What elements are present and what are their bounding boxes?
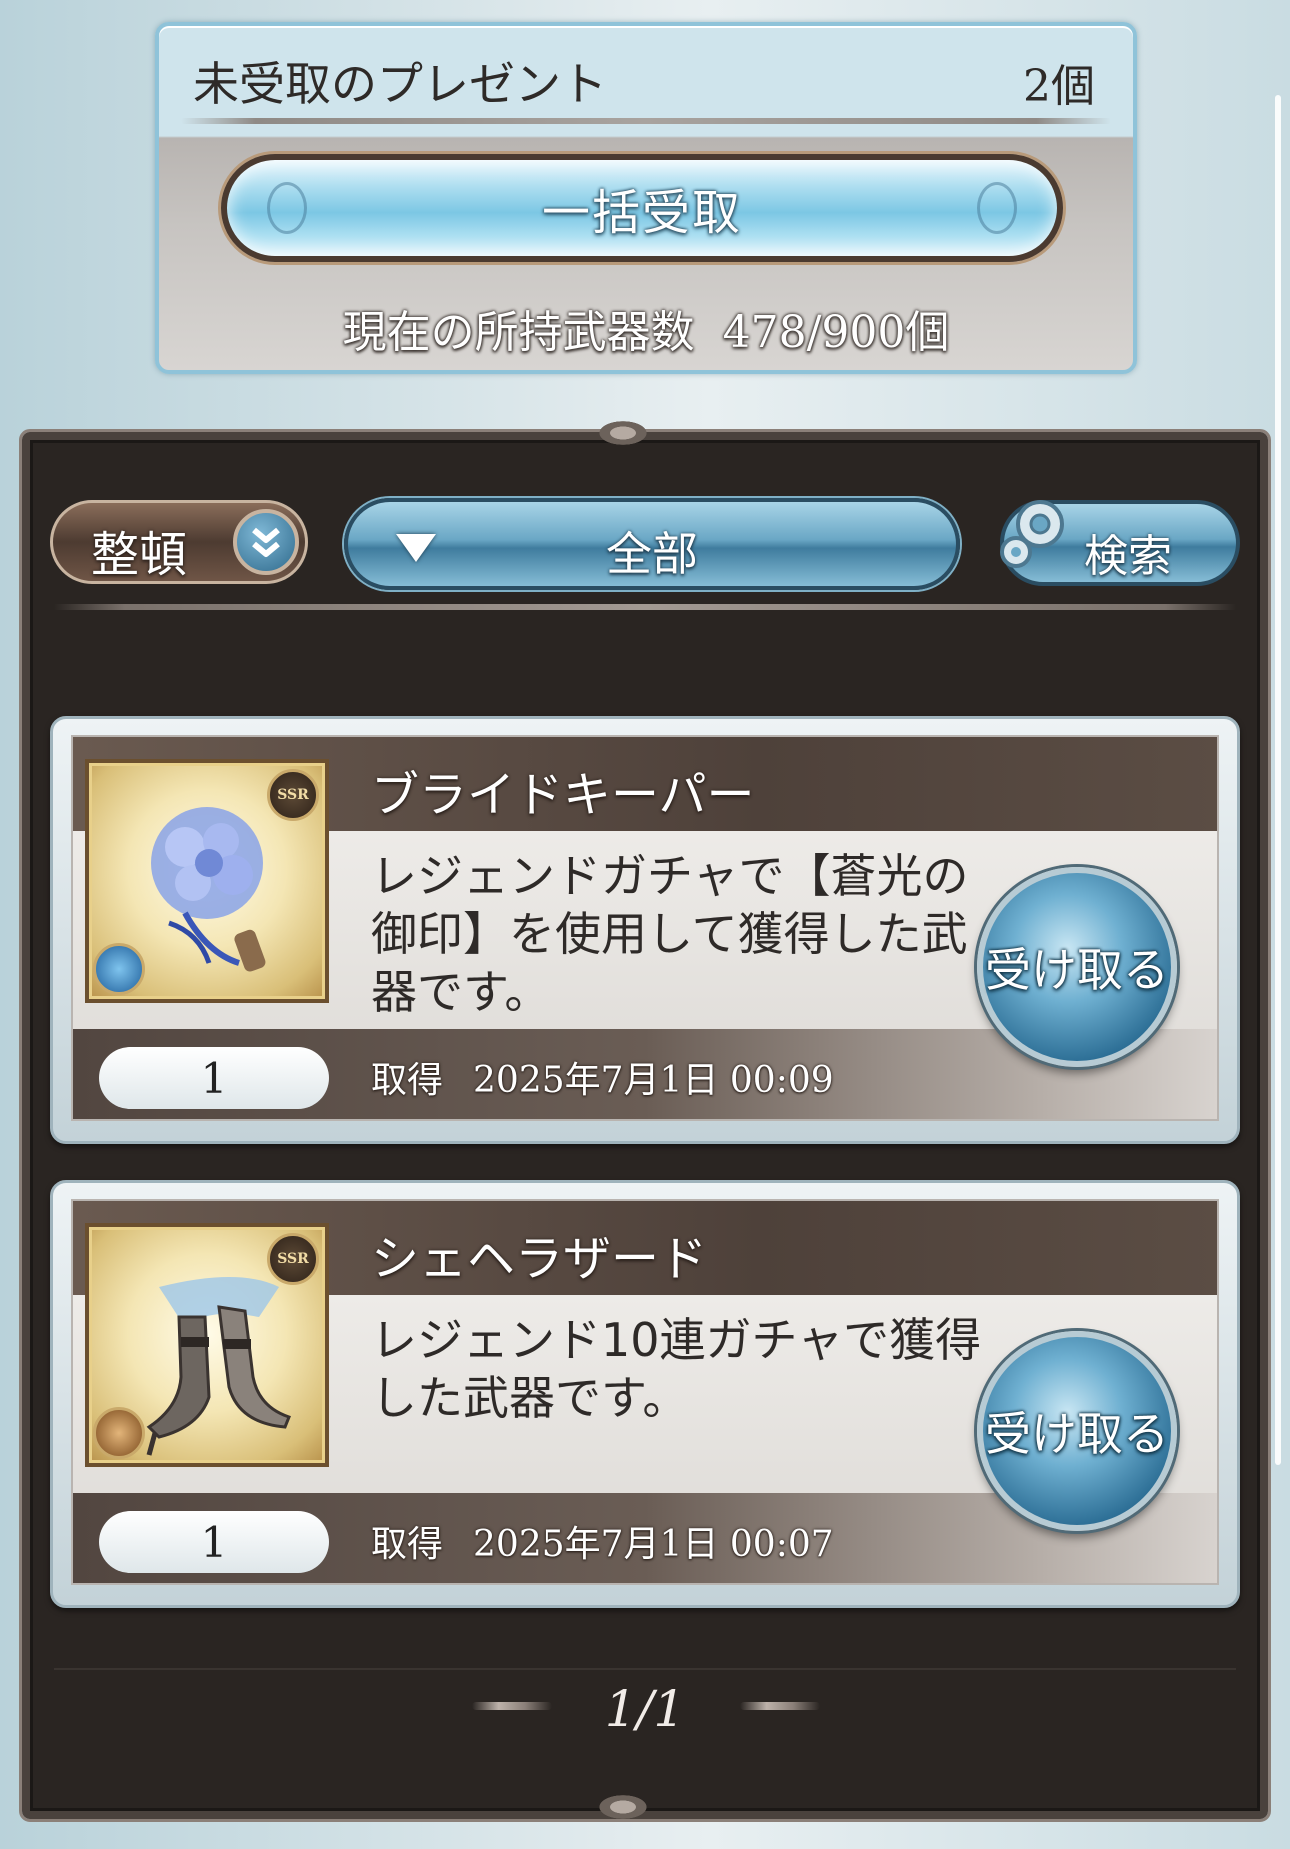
ornament-right-icon (740, 1702, 820, 1710)
filter-selected-label: 全部 (606, 527, 698, 581)
bulk-receive-button[interactable]: 一括受取 (221, 154, 1063, 262)
sort-button[interactable]: 整頓 (50, 500, 308, 584)
search-button[interactable]: 検索 (1000, 500, 1240, 586)
weapon-count-label: 現在の所持武器数 (342, 307, 695, 358)
item-description: レジェンドガチャで【蒼光の御印】を使用して獲得した武器です。 (371, 849, 969, 1019)
present-item-body: ブライドキーパー レジェンドガチャで【蒼光の御印】を使用して獲得した武器です。 … (71, 735, 1219, 1121)
frame-ornament-bottom-icon (593, 1792, 653, 1822)
double-chevron-down-icon (252, 527, 280, 557)
page-indicator: 1/1 (604, 1680, 686, 1738)
item-obtained-info: 取得 2025年7月1日 00:09 (371, 1051, 834, 1103)
search-label: 検索 (1084, 531, 1172, 582)
item-quantity: 1 (99, 1047, 329, 1109)
earth-icon (93, 1407, 145, 1459)
weapon-count-value: 478/900個 (722, 307, 950, 358)
bulk-receive-label: 一括受取 (541, 185, 742, 241)
water-icon (93, 943, 145, 995)
obtained-label: 取得 (371, 1060, 444, 1101)
weapon-count-text: 現在の所持武器数 478/900個 (159, 296, 1133, 360)
item-name: ブライドキーパー (371, 767, 755, 823)
obtained-label: 取得 (371, 1524, 444, 1565)
frame-ornament-top-icon (593, 418, 653, 448)
pagination-divider (54, 1668, 1236, 1670)
present-item-body: シェヘラザード レジェンド10連ガチャで獲得した武器です。 1 取得 2025年7… (71, 1199, 1219, 1585)
panel-divider (181, 118, 1111, 124)
gear-icon (1000, 500, 1064, 568)
unclaimed-presents-count: 2個 (1023, 61, 1095, 112)
ornament-left-icon (267, 182, 307, 234)
rarity-badge: SSR (267, 1233, 319, 1285)
rarity-badge: SSR (267, 769, 319, 821)
sort-label: 整頓 (91, 527, 188, 583)
obtained-date: 2025年7月1日 00:09 (473, 1060, 834, 1101)
item-obtained-info: 取得 2025年7月1日 00:07 (371, 1515, 834, 1567)
present-item-card: ブライドキーパー レジェンドガチャで【蒼光の御印】を使用して獲得した武器です。 … (50, 716, 1240, 1144)
item-quantity: 1 (99, 1511, 329, 1573)
weapon-thumbnail[interactable]: SSR (85, 1223, 329, 1467)
obtained-date: 2025年7月1日 00:07 (473, 1524, 834, 1565)
weapon-thumbnail[interactable]: SSR (85, 759, 329, 1003)
ornament-right-icon (977, 182, 1017, 234)
unclaimed-presents-title: 未受取のプレゼント (193, 57, 607, 111)
filter-dropdown[interactable]: 全部 (344, 498, 960, 590)
scrollbar[interactable] (1275, 95, 1281, 1465)
item-description: レジェンド10連ガチャで獲得した武器です。 (371, 1313, 982, 1425)
sort-order-toggle[interactable] (233, 509, 299, 575)
claim-label: 受け取る (985, 943, 1169, 997)
toolbar-divider (54, 604, 1236, 610)
claim-button[interactable]: 受け取る (977, 867, 1177, 1067)
item-name: シェヘラザード (371, 1231, 708, 1287)
present-item-card: シェヘラザード レジェンド10連ガチャで獲得した武器です。 1 取得 2025年7… (50, 1180, 1240, 1608)
claim-label: 受け取る (985, 1407, 1169, 1461)
present-summary-panel: 未受取のプレゼント 2個 一括受取 現在の所持武器数 478/900個 (155, 22, 1137, 374)
claim-button[interactable]: 受け取る (977, 1331, 1177, 1531)
